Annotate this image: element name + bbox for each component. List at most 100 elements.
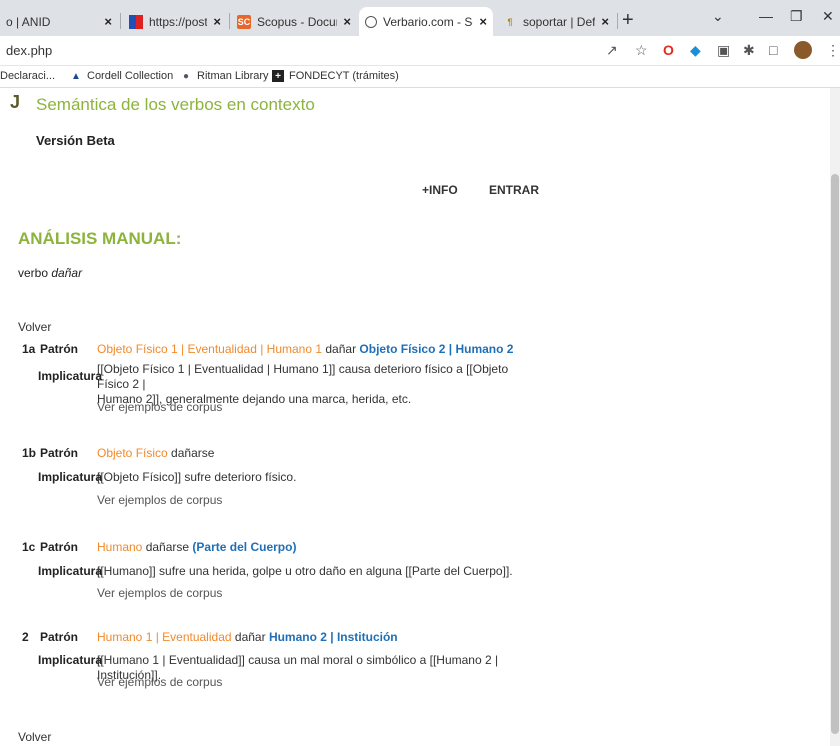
bookmark-label: FONDECYT (trámites)	[289, 70, 399, 82]
close-icon[interactable]: ×	[104, 14, 112, 29]
corpus-link[interactable]: Ver ejemplos de corpus	[97, 400, 222, 414]
pattern-subject: Humano	[97, 540, 143, 554]
tab-verbario[interactable]: Verbario.com - Sem ×	[359, 7, 493, 36]
tab-title: Scopus - Documen	[257, 14, 337, 29]
version-label: Versión Beta	[36, 133, 115, 148]
pattern-line: Humano dañarse (Parte del Cuerpo)	[97, 540, 296, 554]
back-link-bottom[interactable]: Volver	[18, 730, 51, 744]
patron-label: Patrón	[40, 342, 79, 356]
tab-title: Verbario.com - Sem	[383, 14, 473, 29]
implicatura-label: Implicatura	[38, 564, 103, 578]
verb-line: verbo dañar	[18, 266, 82, 280]
implicatura-label: Implicatura	[38, 369, 103, 383]
implicatura-label: Implicatura	[38, 470, 103, 484]
implicatura-text: [[Humano]] sufre una herida, golpe u otr…	[97, 564, 537, 579]
patron-label: Patrón	[40, 446, 79, 460]
info-link[interactable]: +INFO	[422, 183, 458, 197]
restore-icon[interactable]: ❐	[790, 8, 803, 25]
implicatura-label: Implicatura	[38, 653, 103, 667]
bookmark-fondecyt[interactable]: + FONDECYT (trámites)	[272, 70, 399, 82]
pattern-verb: dañarse	[145, 540, 190, 554]
close-icon[interactable]: ×	[601, 14, 609, 29]
bookmark-label: Ritman Library	[197, 70, 269, 82]
implicatura-line: [[Objeto Físico]] sufre deterioro físico…	[97, 470, 297, 484]
bookmarks-bar: Declaraci... ▲ Cordell Collection ● Ritm…	[0, 66, 840, 88]
url-field[interactable]: dex.php	[6, 43, 52, 58]
tab-anid[interactable]: o | ANID ×	[0, 7, 118, 36]
close-icon[interactable]: ×	[213, 14, 221, 29]
opera-icon[interactable]: O	[663, 42, 674, 58]
pattern-verb: dañarse	[171, 446, 215, 460]
tab-separator	[120, 13, 121, 29]
verb-name: dañar	[51, 266, 83, 280]
tab-strip: o | ANID × https://post.conicyt × SC Sco…	[0, 0, 840, 36]
implicatura-line: [[Humano]] sufre una herida, golpe u otr…	[97, 564, 513, 578]
ship-icon: ▲	[71, 70, 81, 82]
globe-icon	[365, 15, 377, 28]
new-tab-button[interactable]: +	[622, 9, 634, 32]
section-heading: ANÁLISIS MANUAL:	[18, 229, 182, 248]
address-bar: dex.php ↗ ☆ O ◆ ▣ ✱ □ ⋮	[0, 36, 840, 66]
patron-label: Patrón	[40, 540, 79, 554]
pattern-verb: dañar	[234, 630, 266, 644]
tab-title: https://post.conicyt	[149, 14, 208, 29]
circle-icon: ●	[182, 70, 190, 82]
pattern-line: Objeto Físico 1 | Eventualidad | Humano …	[97, 342, 513, 356]
tab-title: soportar | Definición	[523, 14, 596, 29]
logo-icon: J	[10, 92, 21, 112]
pattern-line: Objeto Físico dañarse	[97, 446, 214, 460]
implicatura-line: [[Objeto Físico 1 | Eventualidad | Human…	[97, 362, 509, 391]
pattern-object: Objeto Físico 2 | Humano 2	[359, 342, 514, 356]
scopus-icon: SC	[237, 14, 251, 29]
entry-id: 1b	[22, 446, 37, 460]
reading-icon[interactable]: ▣	[717, 42, 730, 59]
scrollbar[interactable]	[830, 88, 840, 746]
extension-blue-icon[interactable]: ◆	[690, 42, 701, 59]
share-icon[interactable]: ↗	[606, 42, 618, 59]
minimize-icon[interactable]: —	[759, 8, 773, 24]
bookmark-declaraciones[interactable]: Declaraci...	[0, 70, 55, 82]
tab-separator	[617, 13, 618, 29]
tab-scopus[interactable]: SC Scopus - Documen ×	[231, 7, 357, 36]
sidepanel-icon[interactable]: □	[769, 42, 777, 58]
pattern-object: Humano 2 | Institución	[268, 630, 398, 644]
tab-rae[interactable]: ¶ soportar | Definición ×	[497, 7, 615, 36]
bookmark-ritman[interactable]: ● Ritman Library	[180, 70, 269, 82]
scrollbar-thumb[interactable]	[831, 174, 839, 734]
flag-icon	[129, 14, 143, 29]
tab-search-icon[interactable]: ⌄	[712, 8, 724, 25]
rae-icon: ¶	[507, 16, 513, 27]
corpus-link[interactable]: Ver ejemplos de corpus	[97, 493, 222, 507]
close-window-icon[interactable]: ✕	[822, 8, 834, 25]
close-icon[interactable]: ×	[479, 14, 487, 29]
site-title[interactable]: Semántica de los verbos en contexto	[36, 95, 315, 115]
menu-icon[interactable]: ⋮	[826, 42, 840, 59]
corpus-link[interactable]: Ver ejemplos de corpus	[97, 586, 222, 600]
bookmark-label: Cordell Collection	[87, 70, 174, 82]
verb-prefix: verbo	[18, 266, 49, 280]
tab-separator	[229, 13, 230, 29]
entry-id: 1a	[22, 342, 36, 356]
entry-id: 2	[22, 630, 29, 644]
pattern-line: Humano 1 | Eventualidad dañar Humano 2 |…	[97, 630, 398, 644]
star-icon[interactable]: ☆	[635, 42, 648, 59]
entry-id: 1c	[22, 540, 36, 554]
bookmark-label: Declaraci...	[0, 70, 56, 82]
bookmark-cordell[interactable]: ▲ Cordell Collection	[70, 70, 173, 82]
enter-link[interactable]: ENTRAR	[489, 183, 539, 197]
tab-conicyt[interactable]: https://post.conicyt ×	[123, 7, 227, 36]
pattern-object: (Parte del Cuerpo)	[192, 540, 297, 554]
plus-square-icon: +	[272, 70, 284, 82]
close-icon[interactable]: ×	[343, 14, 351, 29]
page-content: J Semántica de los verbos en contexto Ve…	[0, 88, 830, 746]
corpus-link[interactable]: Ver ejemplos de corpus	[97, 675, 222, 689]
pattern-subject: Humano 1 | Eventualidad	[97, 630, 232, 644]
pattern-verb: dañar	[325, 342, 357, 356]
back-link-top[interactable]: Volver	[18, 320, 51, 334]
pattern-subject: Objeto Físico	[97, 446, 168, 460]
pattern-subject: Objeto Físico 1 | Eventualidad | Humano …	[97, 342, 323, 356]
implicatura-text: [[Objeto Físico]] sufre deterioro físico…	[97, 470, 527, 485]
tab-title: o | ANID	[6, 14, 51, 29]
puzzle-icon[interactable]: ✱	[743, 42, 755, 59]
avatar[interactable]	[794, 41, 812, 59]
